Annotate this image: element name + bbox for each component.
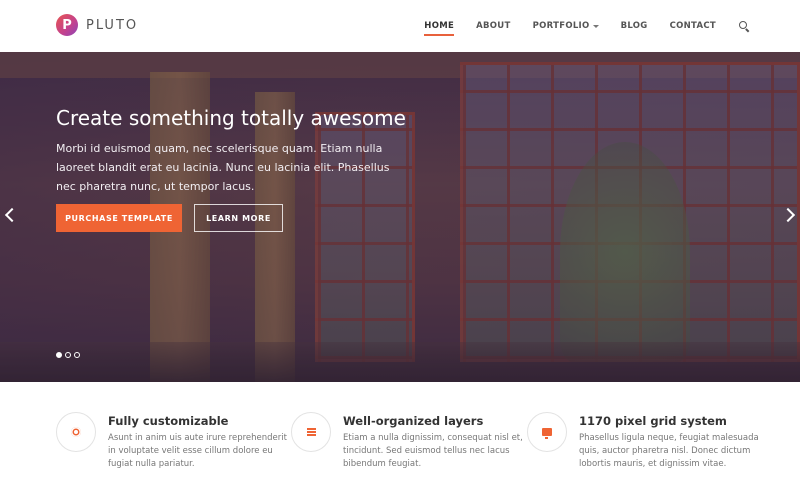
logo-mark-icon: P (56, 14, 78, 36)
learn-more-button[interactable]: LEARN MORE (194, 204, 283, 232)
nav-item-blog[interactable]: BLOG (621, 0, 648, 52)
slider-dots (56, 352, 83, 358)
slider-dot[interactable] (74, 352, 80, 358)
nav-item-portfolio[interactable]: PORTFOLIO (533, 0, 599, 52)
chevron-right-icon[interactable] (786, 208, 796, 222)
search-icon[interactable] (738, 20, 750, 32)
layers-icon (306, 428, 316, 436)
slider-dot[interactable] (65, 352, 71, 358)
nav-item-home[interactable]: HOME (424, 0, 454, 52)
navbar: P PLUTO HOME ABOUT PORTFOLIO BLOG CONTAC… (0, 0, 800, 52)
feature-text: Etiam a nulla dignissim, consequat nisl … (343, 433, 523, 469)
logo-letter: P (62, 17, 72, 33)
feature-title: Well-organized layers (343, 414, 484, 428)
feature-text: Asunt in anim uis aute irure reprehender… (108, 433, 287, 469)
hero-slider: Create something totally awesome Morbi i… (0, 52, 800, 382)
feature-icon-circle (56, 412, 96, 452)
feature-title: Fully customizable (108, 414, 229, 428)
feature-text: Phasellus ligula neque, feugiat malesuad… (579, 433, 759, 469)
purchase-template-button[interactable]: PURCHASE TEMPLATE (56, 204, 182, 232)
nav-item-label: HOME (424, 21, 455, 31)
chevron-down-icon (592, 24, 599, 28)
feature-title: 1170 pixel grid system (579, 414, 727, 428)
features-section: Fully customizable Asunt in anim uis aut… (0, 382, 800, 496)
monitor-icon (542, 428, 552, 439)
hero-title: Create something totally awesome (56, 106, 406, 130)
chevron-left-icon[interactable] (4, 208, 14, 222)
logo[interactable]: P PLUTO (56, 14, 138, 36)
main-nav: HOME ABOUT PORTFOLIO BLOG CONTACT (402, 0, 750, 52)
gear-icon (71, 427, 81, 437)
brand-name: PLUTO (86, 17, 139, 33)
nav-item-label: PORTFOLIO (532, 21, 590, 31)
hero-description: Morbi id euismod quam, nec scelerisque q… (56, 142, 390, 193)
nav-item-label: ABOUT (476, 21, 511, 31)
feature-icon-circle (527, 412, 567, 452)
nav-item-label: CONTACT (669, 21, 716, 31)
feature-icon-circle (291, 412, 331, 452)
nav-item-label: BLOG (620, 21, 648, 31)
slider-dot[interactable] (56, 352, 62, 358)
nav-item-contact[interactable]: CONTACT (670, 0, 716, 52)
nav-item-about[interactable]: ABOUT (476, 0, 510, 52)
